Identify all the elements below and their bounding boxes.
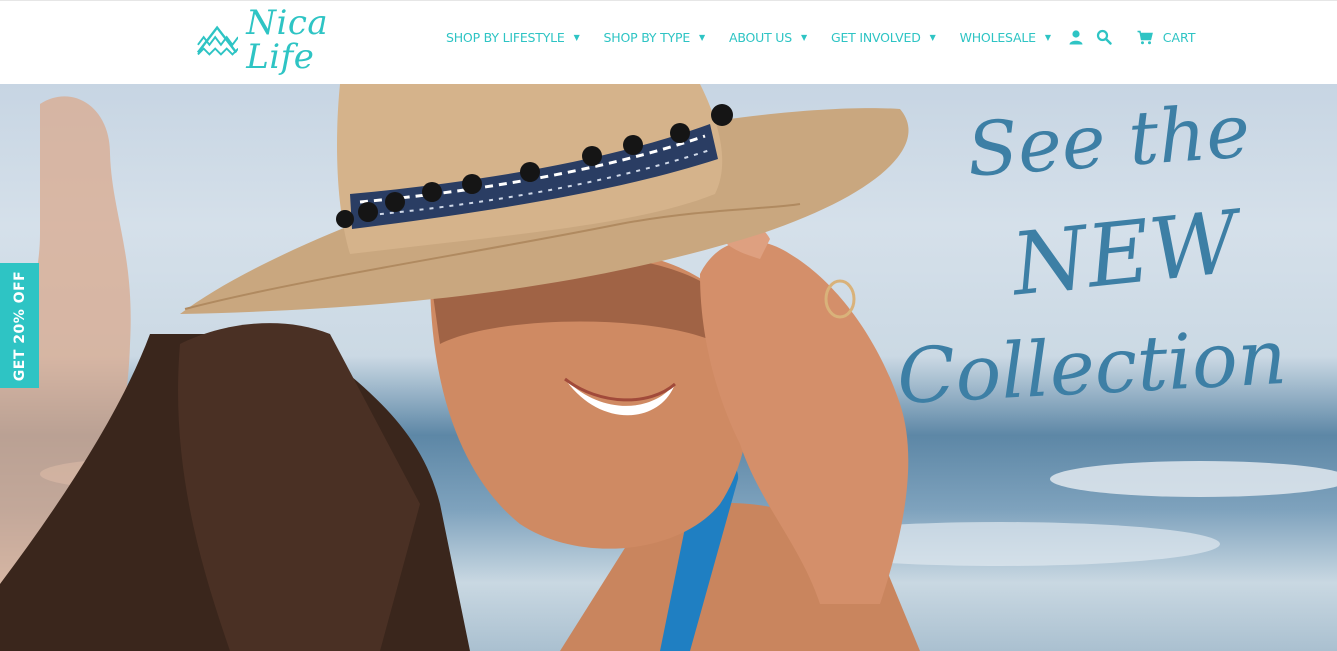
caret-down-icon: ▼ xyxy=(801,32,807,42)
nav-label: WHOLESALE xyxy=(959,29,1036,45)
cart-button[interactable]: CART xyxy=(1137,29,1196,45)
hero-line-2: NEW xyxy=(1007,192,1244,316)
nav-about-us[interactable]: ABOUT US ▼ xyxy=(729,30,807,45)
promo-tab[interactable]: GET 20% OFF xyxy=(0,263,39,388)
site-header: Nica Life SHOP BY LIFESTYLE ▼ SHOP BY TY… xyxy=(0,0,1337,84)
caret-down-icon: ▼ xyxy=(573,32,580,42)
nav-get-involved[interactable]: GET INVOLVED ▼ xyxy=(831,30,936,45)
promo-label: GET 20% OFF xyxy=(11,270,28,381)
nav-label: GET INVOLVED xyxy=(830,29,921,45)
caret-down-icon: ▼ xyxy=(1044,32,1051,42)
mountain-logo-icon xyxy=(196,25,239,56)
hero-headline: See the NEW Collection xyxy=(894,84,1337,651)
caret-down-icon: ▼ xyxy=(699,32,705,42)
search-icon[interactable] xyxy=(1095,28,1113,46)
logo-text: Nica Life xyxy=(246,3,329,77)
nav-label: ABOUT US xyxy=(729,29,792,45)
cart-icon xyxy=(1137,30,1153,44)
nav-shop-by-lifestyle[interactable]: SHOP BY LIFESTYLE ▼ xyxy=(446,30,580,45)
hero-line-3: Collection xyxy=(894,311,1289,422)
caret-down-icon: ▼ xyxy=(929,32,936,42)
account-icon[interactable] xyxy=(1067,28,1085,46)
nav-label: SHOP BY LIFESTYLE xyxy=(446,29,565,45)
nav-label: SHOP BY TYPE xyxy=(603,29,691,45)
nav-wholesale[interactable]: WHOLESALE ▼ xyxy=(960,30,1051,45)
hero-line-1: See the xyxy=(964,88,1253,194)
hero-banner[interactable]: See the NEW Collection xyxy=(0,84,1337,651)
nav-shop-by-type[interactable]: SHOP BY TYPE ▼ xyxy=(603,29,706,45)
logo[interactable]: Nica Life xyxy=(196,6,401,74)
cart-label: CART xyxy=(1162,29,1196,45)
main-nav: SHOP BY LIFESTYLE ▼ SHOP BY TYPE ▼ ABOUT… xyxy=(446,25,1195,49)
